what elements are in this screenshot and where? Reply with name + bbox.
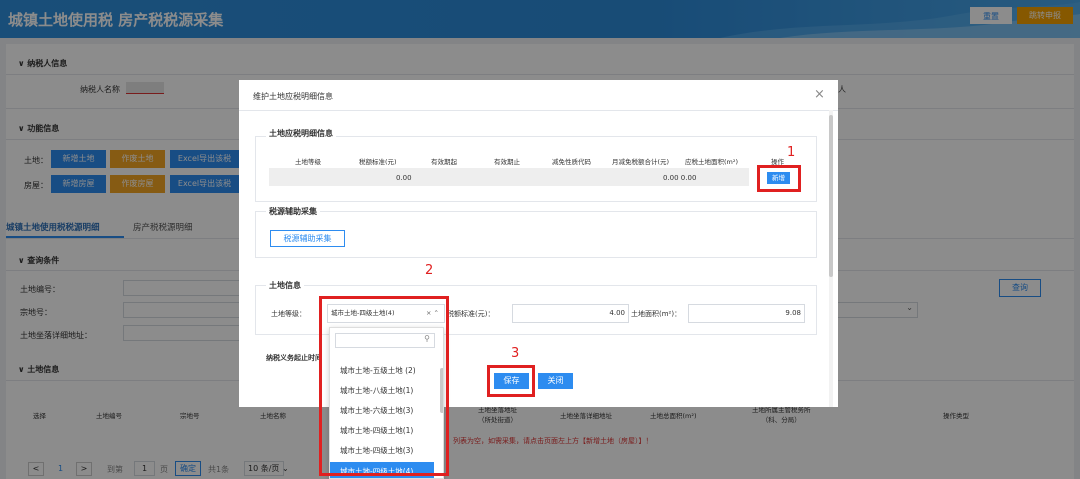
annotation-number-3: 3 — [511, 346, 520, 361]
detail-col-tax-std: 税额标准(元) — [359, 158, 397, 166]
land-area-label: 土地面积(m²)： — [631, 310, 682, 318]
annotation-number-2: 2 — [425, 263, 434, 278]
close-button[interactable]: 关闭 — [538, 373, 573, 389]
dialog-title: 维护土地应税明细信息 — [253, 92, 333, 101]
aux-section-title: 税源辅助采集 — [266, 206, 320, 217]
annotation-box-1 — [757, 165, 801, 192]
detail-col-taxable-area: 应税土地面积(m²) — [685, 158, 739, 166]
dialog-close-icon[interactable]: × — [814, 87, 825, 102]
annotation-box-2 — [319, 296, 449, 476]
detail-col-grade: 土地等级 — [295, 158, 321, 166]
aux-collect-button[interactable]: 税源辅助采集 — [270, 230, 345, 247]
detail-row-tax-std: 0.00 — [396, 174, 412, 182]
detail-col-valid-to: 有效期止 — [494, 158, 520, 166]
detail-section-title: 土地应税明细信息 — [266, 128, 336, 139]
detail-col-valid-from: 有效期起 — [431, 158, 457, 166]
land-area-input[interactable]: 9.08 — [688, 304, 805, 323]
tax-period-section-title: 纳税义务起止时间 — [266, 354, 322, 362]
detail-col-monthly-relief: 月减免税额合计(元) — [612, 158, 670, 166]
tax-std-label: 税额标准(元)： — [447, 310, 495, 318]
annotation-number-1: 1 — [787, 145, 796, 160]
grade-label: 土地等级： — [271, 310, 306, 318]
dialog-scrollbar-thumb[interactable] — [829, 115, 833, 277]
annotation-box-3 — [487, 365, 535, 397]
detail-col-relief-code: 减免性质代码 — [552, 158, 591, 166]
tax-std-input[interactable]: 4.00 — [512, 304, 629, 323]
dialog-land-section-title: 土地信息 — [266, 280, 304, 291]
detail-row-monthly: 0.00 0.00 — [663, 174, 697, 182]
